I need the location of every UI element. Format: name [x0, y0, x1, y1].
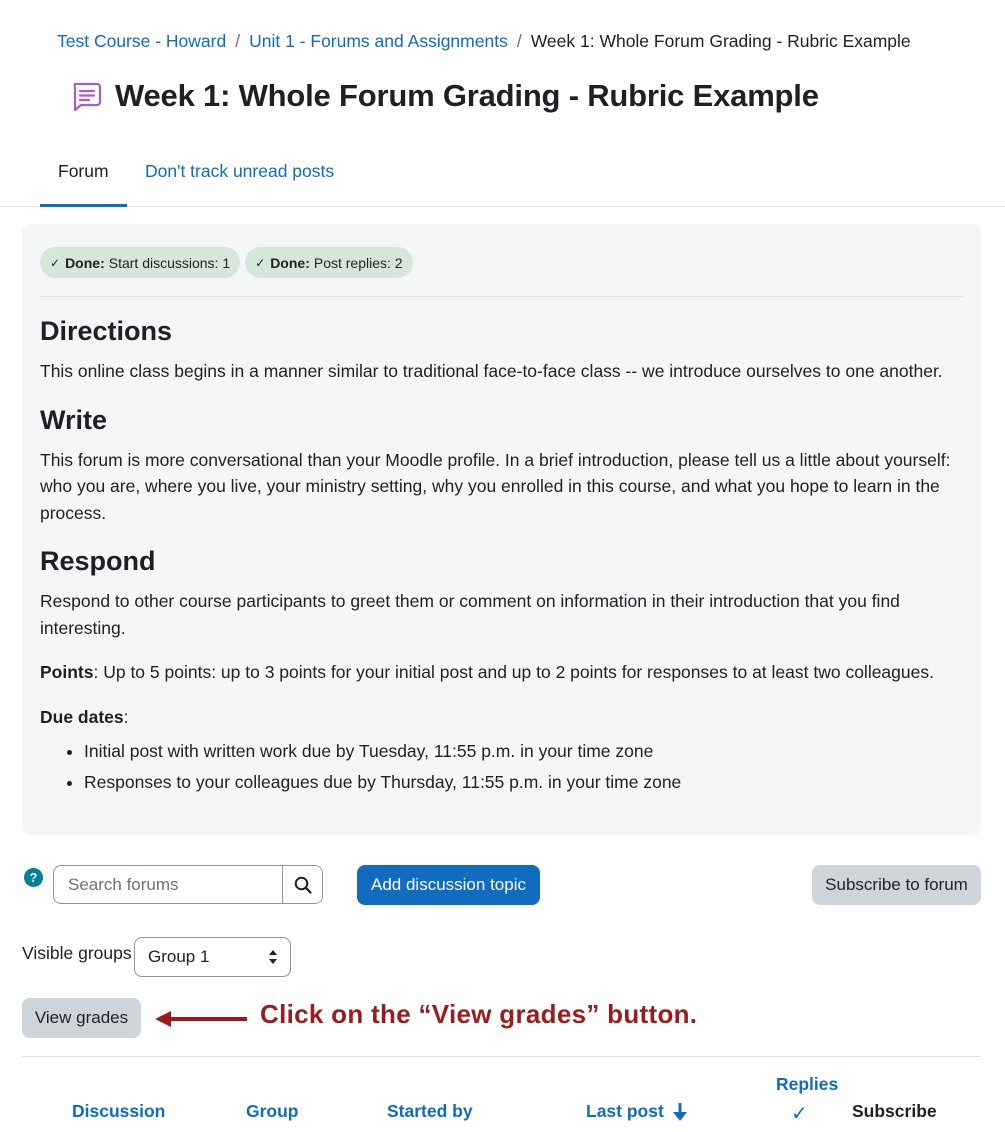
completion-requirements: ✓ Done: Start discussions: 1 ✓ Done: Pos…: [40, 247, 413, 278]
forum-icon: [69, 79, 103, 113]
due-dates-text: Due dates:: [40, 704, 970, 731]
breadcrumb-course-link[interactable]: Test Course - Howard: [57, 31, 226, 51]
list-item: Responses to your colleagues due by Thur…: [84, 767, 970, 798]
tab-dont-track-unread-posts[interactable]: Don't track unread posts: [127, 148, 352, 204]
visible-groups-label: Visible groups: [22, 943, 132, 963]
divider: [22, 1056, 981, 1057]
check-icon: ✓: [255, 255, 266, 270]
column-header-last-post[interactable]: Last post: [586, 1101, 688, 1122]
write-text: This forum is more conversational than y…: [40, 449, 951, 523]
divider: [40, 296, 963, 297]
completion-badge: ✓ Done: Post replies: 2: [245, 247, 413, 278]
breadcrumb-current: Week 1: Whole Forum Grading - Rubric Exa…: [530, 31, 911, 51]
last-post-label: Last post: [586, 1101, 664, 1121]
check-icon: ✓: [50, 255, 61, 270]
respond-text: Respond to other course participants to …: [40, 591, 900, 638]
page-header: Week 1: Whole Forum Grading - Rubric Exa…: [69, 78, 819, 114]
tab-forum[interactable]: Forum: [40, 148, 127, 207]
visible-groups-value: Group 1: [148, 947, 210, 966]
directions-heading: Directions: [40, 316, 173, 346]
select-arrows-icon: [269, 950, 277, 964]
due-dates-label: Due dates: [40, 706, 124, 727]
annotation-text: Click on the “View grades” button.: [260, 999, 698, 1029]
column-header-group[interactable]: Group: [246, 1101, 299, 1122]
breadcrumb: Test Course - Howard / Unit 1 - Forums and…: [57, 31, 911, 52]
sort-descending-icon: [672, 1102, 687, 1121]
subscribe-to-forum-button[interactable]: Subscribe to forum: [812, 865, 981, 905]
check-icon: ✓: [791, 1103, 808, 1125]
column-header-started-by[interactable]: Started by: [387, 1101, 473, 1122]
list-item: Initial post with written work due by Tu…: [84, 736, 970, 767]
completion-label: Post replies: 2: [313, 254, 403, 271]
view-grades-button[interactable]: View grades: [22, 998, 141, 1038]
search-input[interactable]: [54, 866, 284, 903]
directions-text: This online class begins in a manner sim…: [40, 361, 943, 381]
completion-status: Done:: [270, 254, 310, 271]
completion-badge: ✓ Done: Start discussions: 1: [40, 247, 241, 278]
breadcrumb-separator: /: [235, 31, 241, 51]
points-label: Points: [40, 662, 94, 682]
search-icon: [294, 876, 312, 894]
page-title: Week 1: Whole Forum Grading - Rubric Exa…: [115, 78, 819, 113]
search-button[interactable]: [282, 866, 322, 903]
arrow-left-icon: [155, 1011, 247, 1027]
column-header-replies[interactable]: Replies: [776, 1074, 838, 1095]
intro-content: Directions This online class begins in a…: [40, 314, 970, 798]
column-header-subscribe: Subscribe: [852, 1101, 937, 1121]
due-dates-list: Initial post with written work due by Tu…: [40, 736, 970, 798]
completion-label: Start discussions: 1: [108, 254, 231, 271]
column-header-discussion[interactable]: Discussion: [72, 1101, 165, 1122]
respond-heading: Respond: [40, 546, 156, 576]
secondary-navigation: Forum Don't track unread posts: [0, 148, 1005, 207]
write-heading: Write: [40, 404, 108, 435]
add-discussion-topic-button[interactable]: Add discussion topic: [357, 865, 540, 905]
forum-intro: ✓ Done: Start discussions: 1 ✓ Done: Pos…: [22, 224, 981, 835]
breadcrumb-section-link[interactable]: Unit 1 - Forums and Assignments: [249, 31, 508, 51]
breadcrumb-separator: /: [516, 31, 522, 51]
points-detail: : Up to 5 points: up to 3 points for you…: [93, 662, 934, 682]
visible-groups-select[interactable]: Group 1: [134, 937, 291, 977]
search-forums: [53, 865, 323, 904]
points-text: Points: Up to 5 points: up to 3 points f…: [40, 659, 970, 686]
help-icon[interactable]: ?: [24, 868, 43, 887]
due-dates-colon: :: [123, 706, 129, 727]
completion-status: Done:: [65, 254, 105, 271]
